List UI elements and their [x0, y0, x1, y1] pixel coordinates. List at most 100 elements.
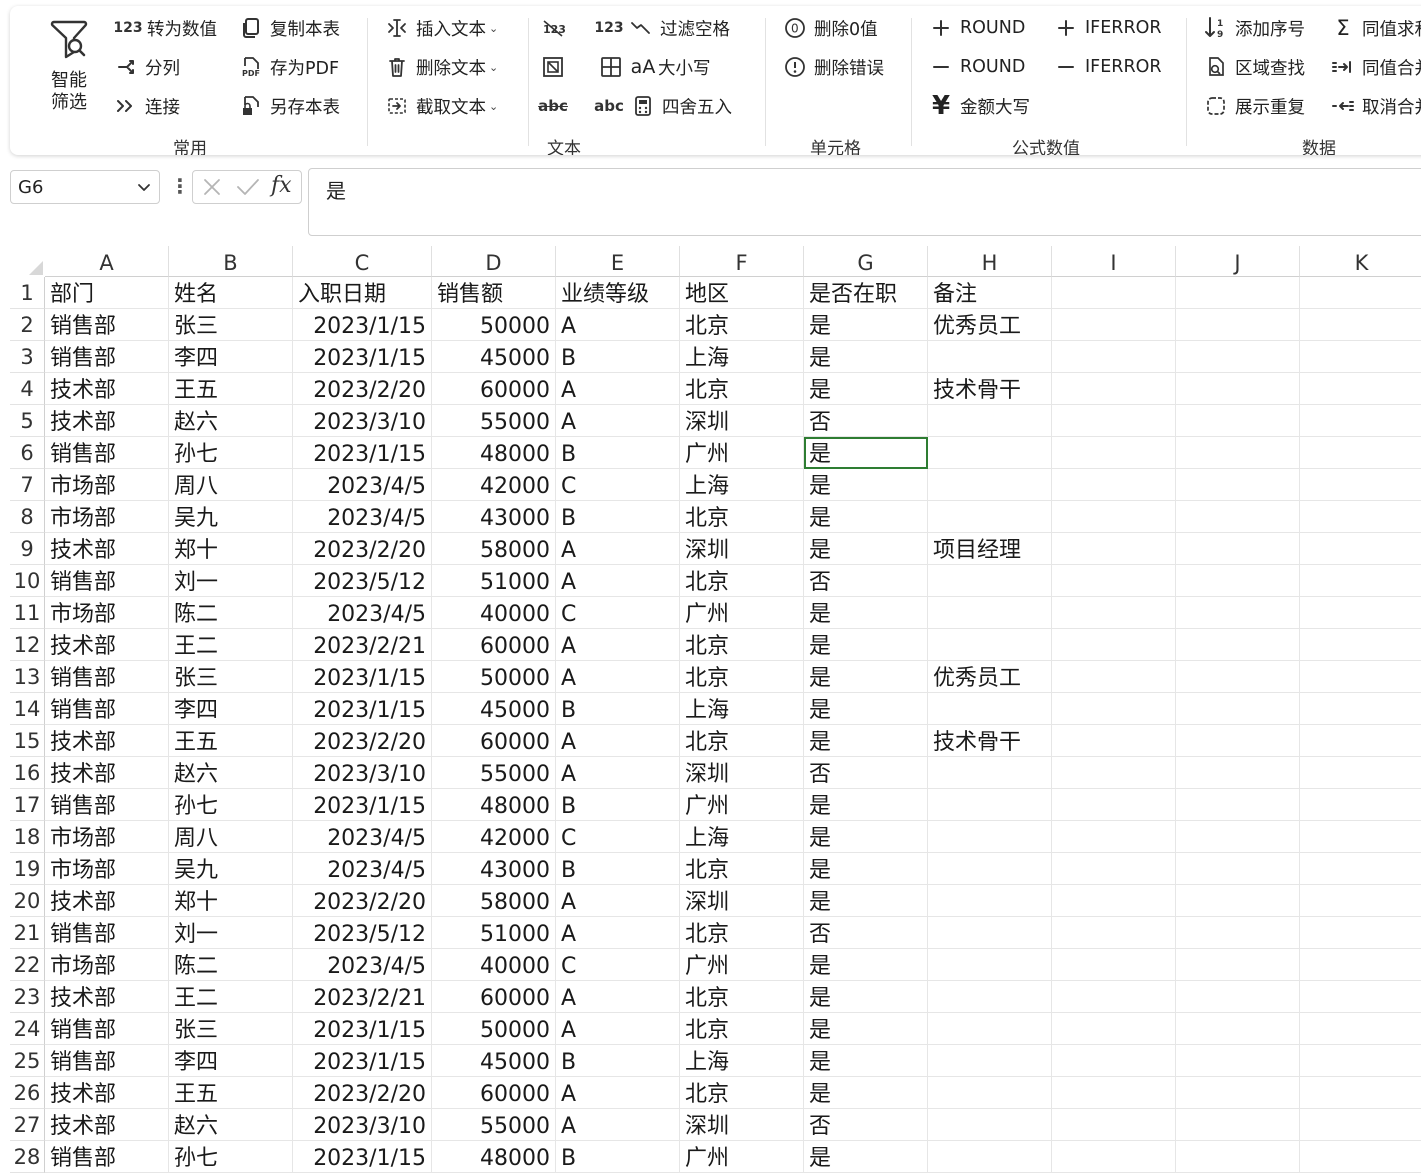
cell-K23[interactable]: [1300, 981, 1421, 1013]
cell-F14[interactable]: 上海: [680, 693, 804, 725]
cell-C7[interactable]: 2023/4/5: [293, 469, 432, 501]
row-header[interactable]: 21: [10, 917, 45, 949]
cell-I23[interactable]: [1052, 981, 1176, 1013]
iferror-add-button[interactable]: IFERROR: [1053, 15, 1162, 41]
cell-K1[interactable]: [1300, 277, 1421, 309]
cell-B9[interactable]: 郑十: [169, 533, 293, 565]
split-column-button[interactable]: 分列: [113, 54, 180, 80]
cell-A25[interactable]: 销售部: [45, 1045, 169, 1077]
case-button[interactable]: aA 大小写: [598, 54, 711, 80]
cell-H16[interactable]: [928, 757, 1052, 789]
cell-K22[interactable]: [1300, 949, 1421, 981]
cell-J11[interactable]: [1176, 597, 1300, 629]
cell-F5[interactable]: 深圳: [680, 405, 804, 437]
cell-J27[interactable]: [1176, 1109, 1300, 1141]
cancel-merge-button[interactable]: 取消合并: [1330, 93, 1421, 119]
cell-K19[interactable]: [1300, 853, 1421, 885]
row-header[interactable]: 25: [10, 1045, 45, 1077]
cell-D16[interactable]: 55000: [432, 757, 556, 789]
cell-A26[interactable]: 技术部: [45, 1077, 169, 1109]
cell-K11[interactable]: [1300, 597, 1421, 629]
row-header[interactable]: 18: [10, 821, 45, 853]
cell-J12[interactable]: [1176, 629, 1300, 661]
cell-E8[interactable]: B: [556, 501, 680, 533]
cell-E12[interactable]: A: [556, 629, 680, 661]
cell-F24[interactable]: 北京: [680, 1013, 804, 1045]
cell-I12[interactable]: [1052, 629, 1176, 661]
cell-D25[interactable]: 45000: [432, 1045, 556, 1077]
cell-K18[interactable]: [1300, 821, 1421, 853]
region-search-button[interactable]: 区域查找: [1203, 54, 1305, 80]
cell-I14[interactable]: [1052, 693, 1176, 725]
formula-input[interactable]: 是: [308, 168, 1421, 236]
row-header[interactable]: 1: [10, 277, 45, 309]
cell-G25[interactable]: 是: [804, 1045, 928, 1077]
cell-K21[interactable]: [1300, 917, 1421, 949]
cell-E15[interactable]: A: [556, 725, 680, 757]
row-header[interactable]: 27: [10, 1109, 45, 1141]
cell-F10[interactable]: 北京: [680, 565, 804, 597]
cell-J6[interactable]: [1176, 437, 1300, 469]
cell-J3[interactable]: [1176, 341, 1300, 373]
cell-D24[interactable]: 50000: [432, 1013, 556, 1045]
cell-E5[interactable]: A: [556, 405, 680, 437]
iferror-minus-button[interactable]: IFERROR: [1053, 54, 1162, 80]
cell-G6[interactable]: 是: [804, 437, 928, 469]
cell-J2[interactable]: [1176, 309, 1300, 341]
cell-G27[interactable]: 否: [804, 1109, 928, 1141]
amount-upper-button[interactable]: ¥ 金额大写: [928, 91, 1030, 121]
cell-J25[interactable]: [1176, 1045, 1300, 1077]
cell-E23[interactable]: A: [556, 981, 680, 1013]
row-header[interactable]: 26: [10, 1077, 45, 1109]
cell-F12[interactable]: 北京: [680, 629, 804, 661]
cell-E22[interactable]: C: [556, 949, 680, 981]
cell-A15[interactable]: 技术部: [45, 725, 169, 757]
row-header[interactable]: 23: [10, 981, 45, 1013]
cell-J5[interactable]: [1176, 405, 1300, 437]
name-box[interactable]: G6: [10, 170, 160, 204]
cell-I18[interactable]: [1052, 821, 1176, 853]
cell-C11[interactable]: 2023/4/5: [293, 597, 432, 629]
cell-J19[interactable]: [1176, 853, 1300, 885]
cell-D18[interactable]: 42000: [432, 821, 556, 853]
cell-G11[interactable]: 是: [804, 597, 928, 629]
cell-H26[interactable]: [928, 1077, 1052, 1109]
cell-H17[interactable]: [928, 789, 1052, 821]
cell-B23[interactable]: 王二: [169, 981, 293, 1013]
cell-A19[interactable]: 市场部: [45, 853, 169, 885]
confirm-icon[interactable]: [235, 176, 261, 198]
cell-G12[interactable]: 是: [804, 629, 928, 661]
cell-C9[interactable]: 2023/2/20: [293, 533, 432, 565]
insert-text-button[interactable]: 插入文本 ⌄: [384, 15, 498, 41]
cell-H23[interactable]: [928, 981, 1052, 1013]
cell-G16[interactable]: 否: [804, 757, 928, 789]
cell-H22[interactable]: [928, 949, 1052, 981]
cell-E18[interactable]: C: [556, 821, 680, 853]
cell-D15[interactable]: 60000: [432, 725, 556, 757]
row-header[interactable]: 17: [10, 789, 45, 821]
row-header[interactable]: 24: [10, 1013, 45, 1045]
cell-K13[interactable]: [1300, 661, 1421, 693]
cell-J1[interactable]: [1176, 277, 1300, 309]
cell-B10[interactable]: 刘一: [169, 565, 293, 597]
cell-H13[interactable]: 优秀员工: [928, 661, 1052, 693]
cell-F1[interactable]: 地区: [680, 277, 804, 309]
cell-D28[interactable]: 48000: [432, 1141, 556, 1173]
cell-H15[interactable]: 技术骨干: [928, 725, 1052, 757]
more-options-icon[interactable]: ⋮: [170, 176, 190, 196]
cell-C14[interactable]: 2023/1/15: [293, 693, 432, 725]
column-header[interactable]: K: [1300, 246, 1421, 277]
cell-J22[interactable]: [1176, 949, 1300, 981]
cell-E14[interactable]: B: [556, 693, 680, 725]
save-sheet-button[interactable]: 另存本表: [238, 93, 340, 119]
cell-E24[interactable]: A: [556, 1013, 680, 1045]
cell-B24[interactable]: 张三: [169, 1013, 293, 1045]
cell-D13[interactable]: 50000: [432, 661, 556, 693]
cell-A14[interactable]: 销售部: [45, 693, 169, 725]
cell-I26[interactable]: [1052, 1077, 1176, 1109]
cell-J13[interactable]: [1176, 661, 1300, 693]
cell-D17[interactable]: 48000: [432, 789, 556, 821]
cell-D22[interactable]: 40000: [432, 949, 556, 981]
row-header[interactable]: 4: [10, 373, 45, 405]
cell-K3[interactable]: [1300, 341, 1421, 373]
